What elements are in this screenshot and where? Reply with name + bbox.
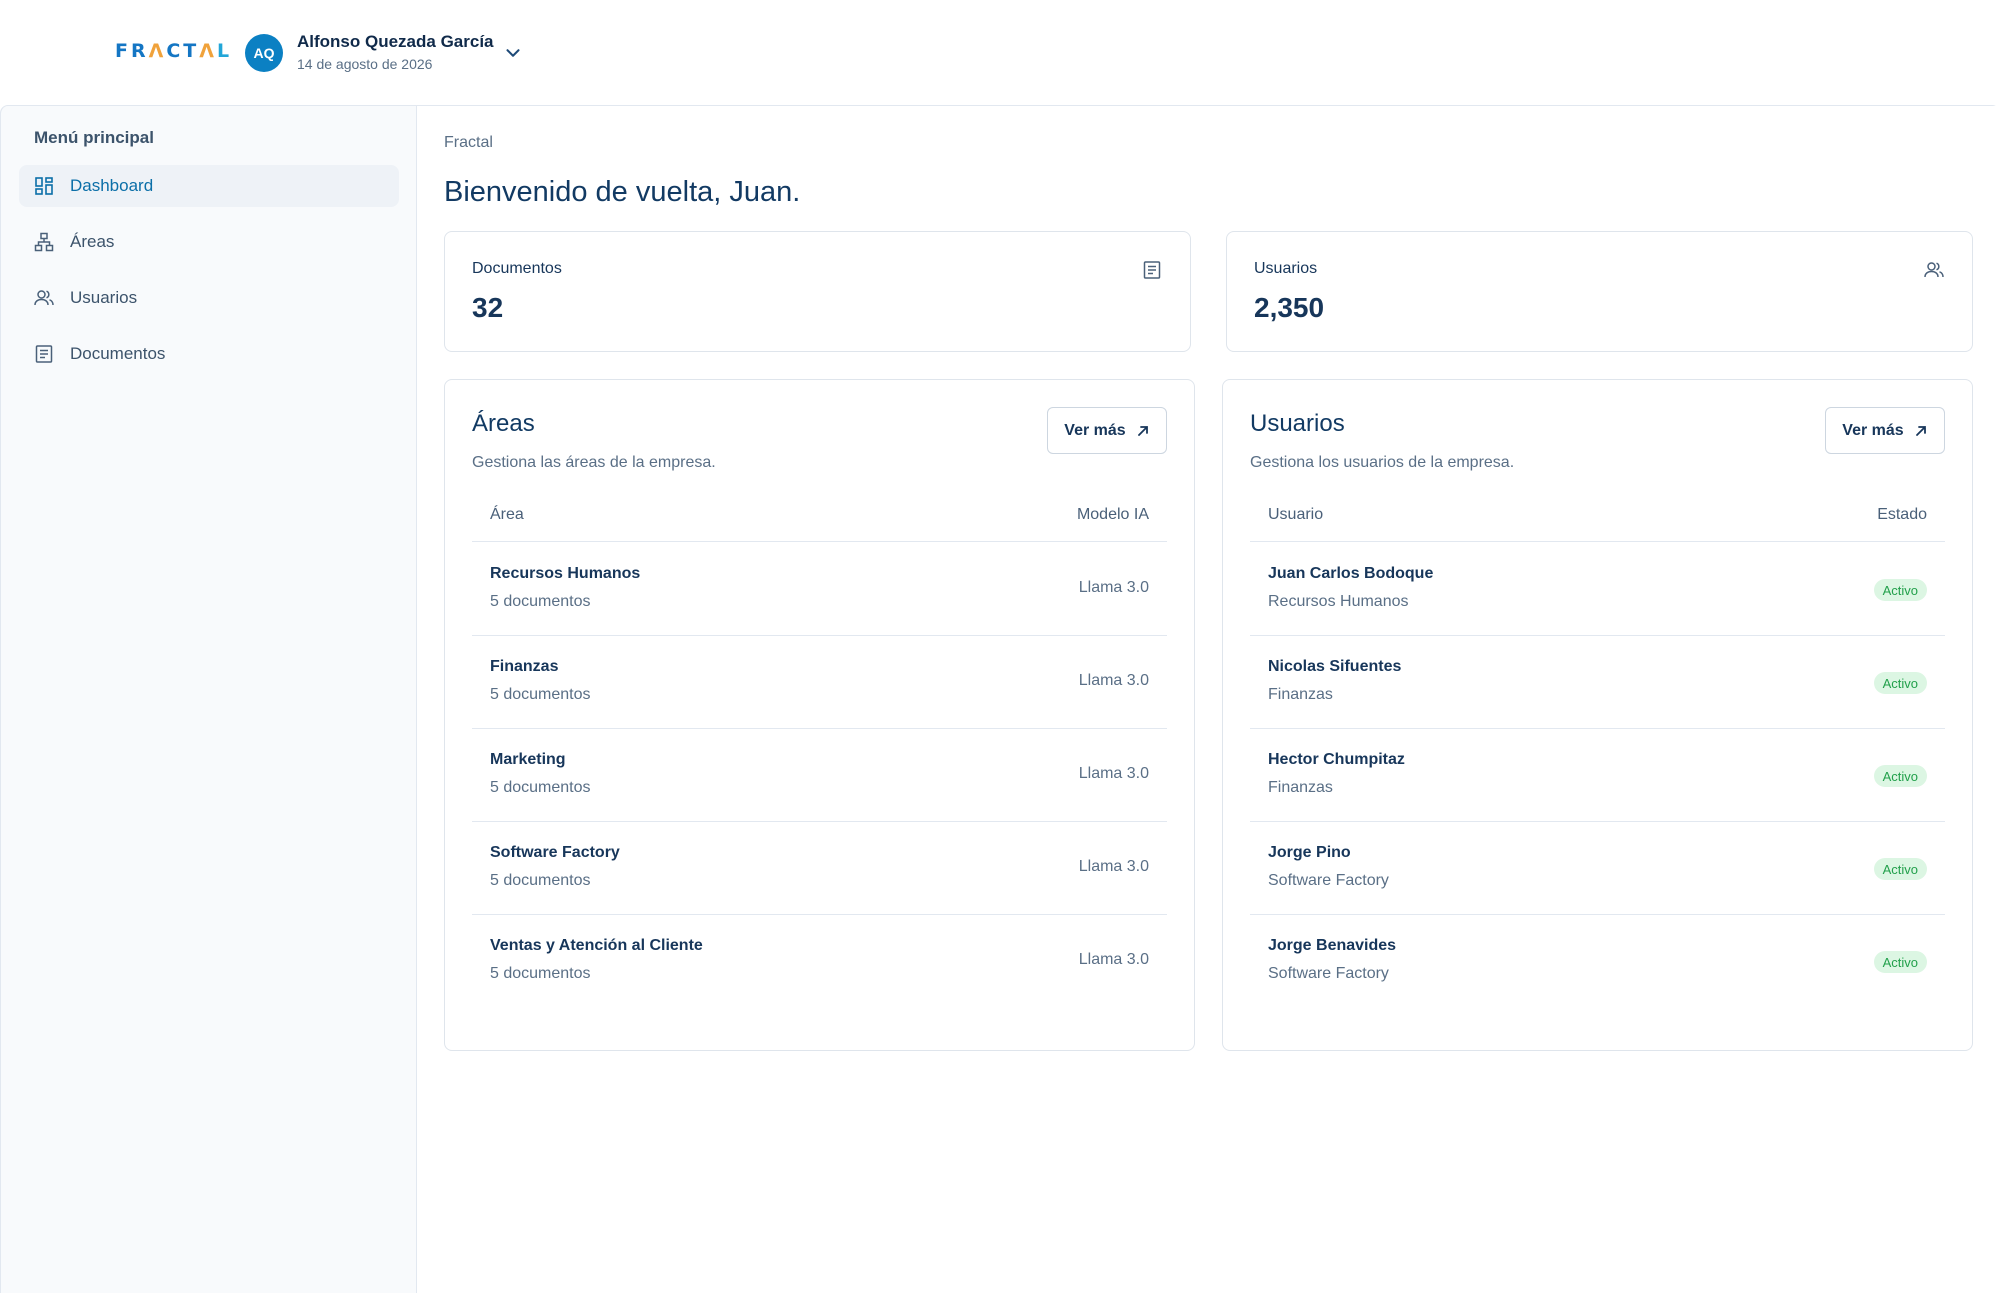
status-badge: Activo <box>1873 951 1927 973</box>
area-doc-count: 5 documentos <box>490 965 591 982</box>
document-icon <box>34 344 54 364</box>
user-avatar[interactable]: AQ <box>245 34 283 72</box>
status-badge: Activo <box>1873 858 1927 880</box>
sidebar-item-label: Áreas <box>70 232 115 251</box>
sidebar-item-documentos[interactable]: Documentos <box>19 333 399 375</box>
column-header-estado: Estado <box>1877 506 1927 523</box>
usuarios-panel: Usuarios Gestiona los usuarios de la emp… <box>1222 379 1973 1051</box>
table-header: Usuario Estado <box>1250 500 1945 542</box>
main-content: Fractal Bienvenido de vuelta, Juan. Docu… <box>417 106 2000 1293</box>
panel-subtitle: Gestiona las áreas de la empresa. <box>472 454 716 471</box>
column-header-modelo: Modelo IA <box>1076 506 1149 523</box>
user-row-area: Finanzas <box>1268 779 1333 796</box>
sitemap-icon <box>34 232 54 252</box>
table-row[interactable]: Hector Chumpitaz Finanzas Activo <box>1250 729 1945 822</box>
current-date: 14 de agosto de 2026 <box>297 56 433 72</box>
user-row-name: Jorge Pino <box>1268 844 1351 861</box>
stat-value: 32 <box>472 292 504 323</box>
table-row[interactable]: Recursos Humanos 5 documentos Llama 3.0 <box>472 543 1167 636</box>
status-badge: Activo <box>1873 579 1927 601</box>
table-row[interactable]: Jorge Pino Software Factory Activo <box>1250 822 1945 915</box>
stat-label: Documentos <box>472 260 562 277</box>
column-header-usuario: Usuario <box>1268 506 1324 523</box>
area-model: Llama 3.0 <box>1078 951 1149 968</box>
table-row[interactable]: Nicolas Sifuentes Finanzas Activo <box>1250 636 1945 729</box>
table-row[interactable]: Jorge Benavides Software Factory Activo <box>1250 915 1945 1008</box>
area-name: Finanzas <box>490 658 559 675</box>
chevron-down-icon[interactable] <box>502 42 524 64</box>
fractal-logo[interactable]: FRΛCTΛL <box>115 40 232 62</box>
arrow-up-right-icon <box>1137 425 1148 436</box>
sidebar-item-dashboard[interactable]: Dashboard <box>19 165 399 207</box>
area-model: Llama 3.0 <box>1078 858 1149 875</box>
sidebar: Menú principal Dashboard Áreas Usuarios … <box>0 106 417 1293</box>
sidebar-item-usuarios[interactable]: Usuarios <box>19 277 399 319</box>
area-doc-count: 5 documentos <box>490 779 591 796</box>
panel-title: Áreas <box>472 410 535 437</box>
button-label: Ver más <box>1064 421 1126 439</box>
users-icon <box>34 288 54 308</box>
table-row[interactable]: Marketing 5 documentos Llama 3.0 <box>472 729 1167 822</box>
table-row[interactable]: Ventas y Atención al Cliente 5 documento… <box>472 915 1167 1008</box>
area-name: Ventas y Atención al Cliente <box>490 937 703 954</box>
menu-title: Menú principal <box>34 128 154 147</box>
column-header-area: Área <box>490 506 524 523</box>
table-header: Área Modelo IA <box>472 500 1167 542</box>
page-title: Bienvenido de vuelta, Juan. <box>444 176 801 208</box>
stat-card-documentos: Documentos 32 <box>444 231 1191 352</box>
area-model: Llama 3.0 <box>1078 579 1149 596</box>
button-label: Ver más <box>1842 421 1904 439</box>
sidebar-item-label: Documentos <box>70 344 166 363</box>
user-row-name: Jorge Benavides <box>1268 937 1397 954</box>
user-name: Alfonso Quezada García <box>297 32 494 51</box>
dashboard-icon <box>34 176 54 196</box>
ver-mas-usuarios-button[interactable]: Ver más <box>1825 407 1945 454</box>
sidebar-item-areas[interactable]: Áreas <box>19 221 399 263</box>
table-row[interactable]: Finanzas 5 documentos Llama 3.0 <box>472 636 1167 729</box>
sidebar-item-label: Dashboard <box>70 176 154 195</box>
arrow-up-right-icon <box>1915 425 1926 436</box>
breadcrumb[interactable]: Fractal <box>444 134 493 152</box>
area-doc-count: 5 documentos <box>490 872 591 889</box>
stat-card-usuarios: Usuarios 2,350 <box>1226 231 1973 352</box>
users-icon <box>1924 262 1944 278</box>
area-model: Llama 3.0 <box>1078 672 1149 689</box>
top-bar: FRΛCTΛL AQ Alfonso Quezada García 14 de … <box>0 0 2000 105</box>
user-row-area: Finanzas <box>1268 686 1333 703</box>
stat-value: 2,350 <box>1254 292 1325 323</box>
user-row-name: Juan Carlos Bodoque <box>1268 565 1434 582</box>
areas-panel: Áreas Gestiona las áreas de la empresa. … <box>444 379 1195 1051</box>
user-row-area: Recursos Humanos <box>1268 593 1409 610</box>
table-row[interactable]: Juan Carlos Bodoque Recursos Humanos Act… <box>1250 543 1945 636</box>
area-doc-count: 5 documentos <box>490 593 591 610</box>
ver-mas-areas-button[interactable]: Ver más <box>1047 407 1167 454</box>
status-badge: Activo <box>1873 672 1927 694</box>
status-badge: Activo <box>1873 765 1927 787</box>
area-model: Llama 3.0 <box>1078 765 1149 782</box>
user-row-area: Software Factory <box>1268 872 1389 889</box>
user-row-name: Hector Chumpitaz <box>1268 751 1405 768</box>
area-name: Marketing <box>490 751 566 768</box>
document-icon <box>1143 261 1161 279</box>
area-name: Software Factory <box>490 844 620 861</box>
area-doc-count: 5 documentos <box>490 686 591 703</box>
user-row-area: Software Factory <box>1268 965 1389 982</box>
area-name: Recursos Humanos <box>490 565 641 582</box>
stat-label: Usuarios <box>1254 260 1318 277</box>
table-row[interactable]: Software Factory 5 documentos Llama 3.0 <box>472 822 1167 915</box>
panel-subtitle: Gestiona los usuarios de la empresa. <box>1250 454 1515 471</box>
panel-title: Usuarios <box>1250 410 1345 437</box>
sidebar-item-label: Usuarios <box>70 288 138 307</box>
user-row-name: Nicolas Sifuentes <box>1268 658 1402 675</box>
